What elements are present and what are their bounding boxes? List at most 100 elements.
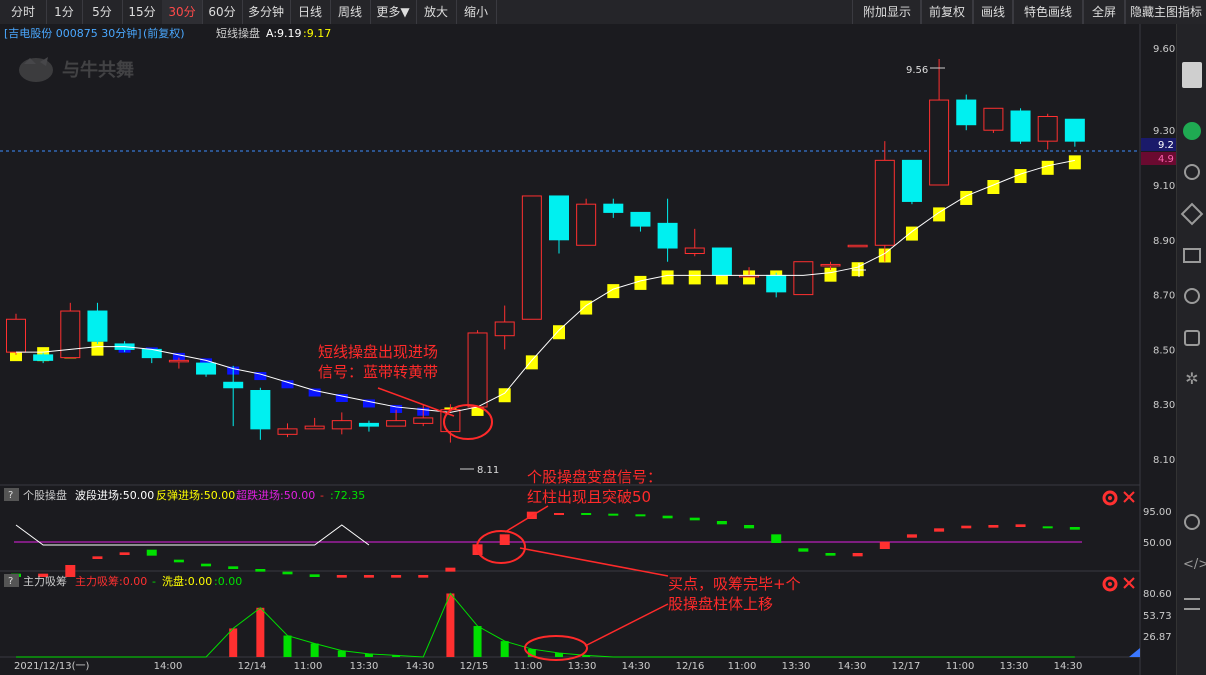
toolbar-right-button-3[interactable]: 特色画线 [1012,0,1084,24]
toolbar-right-button-2[interactable]: 画线 [972,0,1014,24]
panel-2-bar-18 [499,534,510,545]
panel-2-name[interactable]: 个股操盘 [23,488,67,502]
toolbar-button-9[interactable]: 更多▼ [370,0,417,24]
aperture-icon[interactable] [1184,288,1200,304]
panel-2-bar-16 [445,567,456,572]
panel-2-bar-27 [744,525,755,529]
panel-2-bar-11 [309,574,320,577]
time-tick-15: 11:00 [946,661,975,672]
candle-37 [1010,108,1031,144]
code-icon[interactable]: </> [1183,556,1206,574]
toolbar-button-8[interactable]: 周线 [330,0,371,24]
toolbar-button-4[interactable]: 30分 [162,0,203,24]
candle-29 [793,261,814,296]
price-tick-1: 9.30 [1153,126,1175,137]
time-tick-14: 12/17 [892,661,921,672]
band-block-39 [1068,155,1081,170]
panel-2-bar-38 [1042,526,1053,529]
candle-31 [847,244,868,248]
toolbar-right-button-1[interactable]: 前复权 [920,0,974,24]
panel-2-bar-24 [662,515,673,519]
hexagon-icon[interactable] [1184,330,1200,346]
menu-icon[interactable] [1184,598,1200,610]
panel-2-bar-37 [1015,524,1026,527]
panel-2-item-1: 波段进场:50.00 [75,488,154,502]
panel-2-bar-32 [879,541,890,549]
candle-17 [467,330,488,408]
watermark-text: 与牛共舞 [62,59,134,81]
panel-2-bar-33 [906,534,917,538]
indicator-name[interactable]: 短线操盘 [216,26,260,40]
chat-icon[interactable] [1183,122,1201,140]
folder-icon[interactable] [1183,248,1201,263]
toolbar-right-button-0[interactable]: 附加显示 [852,0,922,24]
band-block-31 [851,262,864,277]
time-tick-12: 13:30 [782,661,811,672]
price-tick-2: 9.10 [1153,181,1175,192]
panel-3-name[interactable]: 主力吸筹 [23,574,67,588]
toolbar-button-6[interactable]: 多分钟 [242,0,291,24]
panel-3-axis-low: 26.87 [1143,632,1172,643]
panel-2-item-2: 反弹进场:50.00 [156,488,235,502]
panel-3-axis-mid: 53.73 [1143,611,1172,622]
toolbar-button-1[interactable]: 1分 [46,0,83,24]
panel-3-bar-11 [310,643,319,657]
stock-title[interactable]: [吉电股份 000875 30分钟] [4,26,142,40]
panel-2-bar-31 [852,553,863,557]
indicator-a-value: A:9.19 [266,27,302,40]
time-tick-11: 11:00 [728,661,757,672]
time-tick-17: 14:30 [1054,661,1083,672]
panel-3-item-3: :0.00 [214,575,242,588]
time-tick-5: 14:30 [406,661,435,672]
toolbar: 分时 1分 5分 15分 30分 60分 多分钟 日线 周线 更多▼ 放大 缩小 附加显示 前复权 画线 特色… [0,0,1206,25]
candle-36 [983,107,1004,133]
band-block-23 [634,275,647,290]
panel-2-bar-5 [146,549,157,556]
toolbar-button-2[interactable]: 5分 [82,0,123,24]
panel-3-help-label: ? [8,576,13,587]
toolbar-button-10[interactable]: 放大 [416,0,457,24]
toolbar-button-11[interactable]: 缩小 [456,0,497,24]
toolbar-button-3[interactable]: 15分 [122,0,163,24]
time-tick-3: 11:00 [294,661,323,672]
band-block-20 [553,325,565,340]
candle-21 [576,198,597,246]
panel-2-bar-30 [825,553,836,556]
panel-2-bar-9 [255,569,266,572]
panel-2-bar-15 [418,575,429,578]
time-tick-7: 11:00 [514,661,543,672]
panel-2-bar-22 [608,513,619,516]
time-tick-10: 12/16 [676,661,705,672]
toolbar-right-button-4[interactable]: 全屏 [1082,0,1126,24]
high-mark-label: 9.56 [906,65,928,76]
panel-3-bar-9 [256,607,265,657]
bull-icon [19,58,53,82]
watermark-logo: 与牛共舞 [19,57,134,82]
annotation-1-line-2: 信号：蓝带转黄带 [318,363,438,381]
panel-2-bar-21 [581,513,592,515]
toolbar-right-button-5[interactable]: 隐藏主图指标 [1124,0,1206,24]
panel-2-help-label: ? [8,490,13,501]
toolbar-button-7[interactable]: 日线 [290,0,331,24]
panel-2-bar-26 [716,521,727,525]
price-tick-5: 8.50 [1153,345,1175,356]
panel-2-bar-12 [336,575,347,578]
toolbar-button-0[interactable]: 分时 [0,0,47,24]
panel-3-item-1: 主力吸筹:0.00 [75,574,147,588]
panel-2-bar-36 [988,525,999,528]
panel-2-item-4: :72.35 [330,489,365,502]
panel-2-bar-23 [635,514,646,517]
avatar[interactable] [1182,62,1202,88]
annotation-3-line-2: 股操盘柱体上移 [668,595,773,613]
panel-2-bar-8 [228,566,239,569]
panel-3-item-sep-1: - [152,575,156,588]
panel-2-bar-4 [119,552,130,555]
panel-2-bar-34 [934,528,945,532]
cube-icon[interactable] [1180,202,1204,226]
time-tick-6: 12/15 [460,661,489,672]
panel-2-item-3: 超跌进场:50.00 [236,488,315,502]
toolbar-button-5[interactable]: 60分 [202,0,243,24]
user-icon[interactable] [1184,164,1200,180]
star-icon[interactable]: ✲ [1183,370,1201,388]
link-icon[interactable] [1184,514,1200,530]
